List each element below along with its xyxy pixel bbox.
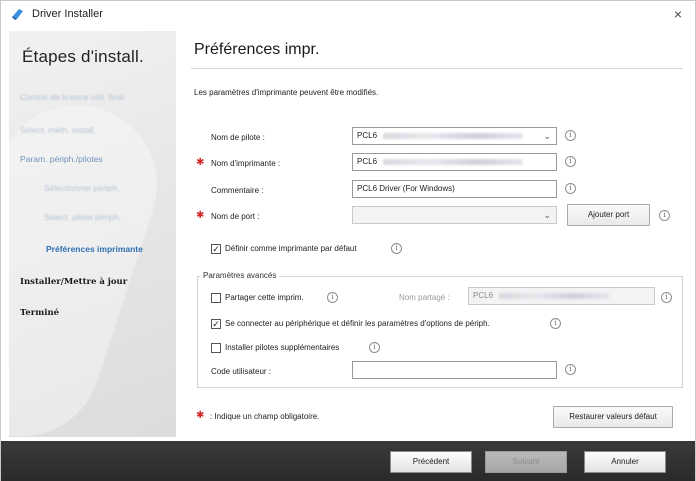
footer-bar: Précédent Suivant Annuler (1, 441, 695, 481)
driver-installer-icon (11, 7, 25, 21)
driver-installer-window: Driver Installer × Étapes d'install. Con… (0, 0, 696, 481)
info-icon[interactable]: i (565, 156, 576, 167)
default-printer-label: Définir comme imprimante par défaut (225, 244, 357, 253)
comment-value: PCL6 Driver (For Windows) (357, 184, 455, 193)
info-icon[interactable]: i (327, 292, 338, 303)
chevron-down-icon: ⌄ (543, 131, 551, 141)
window-title: Driver Installer (32, 8, 103, 20)
step-device-settings: Param. périph./pilotes (20, 154, 103, 164)
info-icon[interactable]: i (659, 210, 670, 221)
connect-device-label: Se connecter au périphérique et définir … (225, 319, 490, 328)
install-steps-sidebar: Étapes d'install. Contrat de licence uti… (9, 31, 176, 437)
share-name-label: Nom partagé : (399, 293, 450, 302)
share-name-value: PCL6 (473, 291, 494, 300)
page-title: Préférences impr. (194, 41, 320, 58)
chevron-down-icon: ⌄ (543, 210, 551, 220)
info-icon[interactable]: i (661, 292, 672, 303)
info-icon[interactable]: i (550, 318, 561, 329)
step-install-update: Installer/Mettre à jour (20, 277, 128, 287)
step-select-driver: Sélect. pilote périph. (44, 212, 122, 222)
share-printer-label: Partager cette imprim. (225, 293, 304, 302)
title-bar: Driver Installer × (1, 1, 695, 27)
comment-label: Commentaire : (211, 186, 264, 195)
extra-drivers-checkbox[interactable] (211, 343, 221, 353)
share-name-input[interactable]: PCL6 (468, 287, 655, 305)
user-code-input[interactable] (352, 361, 557, 379)
printer-name-value: PCL6 (357, 157, 378, 166)
step-finished: Terminé (20, 308, 60, 318)
info-icon[interactable]: i (565, 183, 576, 194)
close-icon[interactable]: × (669, 5, 687, 23)
user-code-label: Code utilisateur : (211, 367, 272, 376)
redacted-text (383, 158, 524, 165)
title-divider (191, 68, 683, 69)
default-printer-checkbox[interactable]: ✓ (211, 244, 221, 254)
driver-name-label: Nom de pilote : (211, 133, 265, 142)
comment-input[interactable]: PCL6 Driver (For Windows) (352, 180, 557, 198)
required-note: : Indique un champ obligatoire. (210, 412, 320, 421)
driver-name-dropdown[interactable]: PCL6 ⌄ (352, 127, 557, 145)
sidebar-title: Étapes d'install. (22, 47, 144, 66)
required-icon: ✱ (196, 210, 205, 221)
info-icon[interactable]: i (565, 364, 576, 375)
redacted-text (499, 292, 610, 299)
info-icon[interactable]: i (565, 130, 576, 141)
step-printer-preferences: Préférences imprimante (46, 244, 143, 254)
connect-device-checkbox[interactable]: ✓ (211, 319, 221, 329)
printer-name-input[interactable]: PCL6 (352, 153, 557, 171)
port-name-dropdown[interactable]: ⌄ (352, 206, 557, 224)
step-license: Contrat de licence utili. final (20, 92, 124, 102)
driver-name-value: PCL6 (357, 131, 378, 140)
next-button[interactable]: Suivant (485, 451, 567, 473)
required-icon: ✱ (196, 410, 205, 421)
printer-name-label: Nom d'imprimante : (211, 159, 281, 168)
step-install-method: Sélect. méth. install. (20, 125, 97, 135)
intro-text: Les paramètres d'imprimante peuvent être… (194, 88, 379, 97)
extra-drivers-label: Installer pilotes supplémentaires (225, 343, 340, 352)
back-button[interactable]: Précédent (390, 451, 472, 473)
share-printer-checkbox[interactable] (211, 293, 221, 303)
cancel-button[interactable]: Annuler (584, 451, 666, 473)
redacted-text (383, 132, 524, 139)
advanced-settings-legend: Paramètres avancés (200, 271, 280, 280)
required-icon: ✱ (196, 157, 205, 168)
step-select-device: Sélectionner périph. (44, 183, 120, 193)
info-icon[interactable]: i (369, 342, 380, 353)
restore-defaults-button[interactable]: Restaurer valeurs défaut (553, 406, 673, 428)
sidebar-decoration (9, 84, 176, 437)
port-name-label: Nom de port : (211, 212, 260, 221)
info-icon[interactable]: i (391, 243, 402, 254)
add-port-button[interactable]: Ajouter port (567, 204, 650, 226)
